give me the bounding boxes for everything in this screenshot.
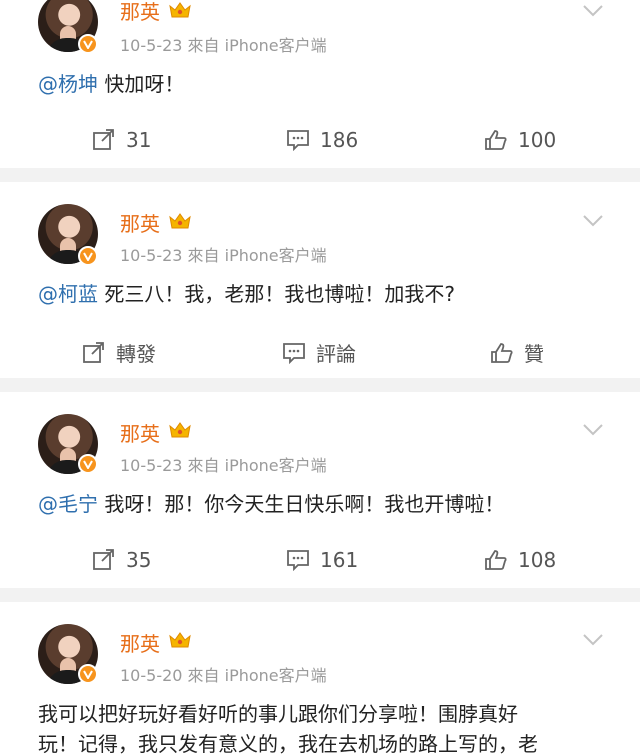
mention-link[interactable]: @杨坤	[38, 72, 98, 96]
post-text-line-1: 我可以把好玩好看好听的事儿跟你们分享啦！围脖真好	[38, 702, 518, 726]
post-text: @毛宁 我呀！那！你今天生日快乐啊！我也开博啦！	[38, 490, 504, 518]
comment-count: 161	[320, 548, 359, 572]
verified-v-icon	[78, 34, 98, 54]
chevron-down-icon[interactable]	[582, 4, 604, 18]
post-text: @柯蓝 死三八！我，老那！我也博啦！加我不?	[38, 280, 455, 308]
repost-count: 31	[126, 128, 152, 152]
like-button[interactable]: 贊	[490, 338, 544, 367]
post-3: 那英 10-5-23 來自 iPhone客户端 @毛宁 我呀！那！你今天生日快乐…	[0, 392, 640, 588]
post-text: @杨坤 快加呀！	[38, 70, 184, 98]
like-button[interactable]: 108	[484, 548, 556, 572]
like-icon	[491, 342, 513, 363]
repost-icon	[93, 129, 114, 150]
comment-button[interactable]: 186	[286, 128, 358, 152]
user-name[interactable]: 那英	[120, 0, 160, 25]
verified-v-icon	[78, 246, 98, 266]
repost-count: 35	[126, 548, 152, 572]
like-button[interactable]: 100	[484, 128, 556, 152]
crown-badge-icon	[169, 2, 191, 18]
post-4: 那英 10-5-20 來自 iPhone客户端 我可以把好玩好看好听的事儿跟你们…	[0, 602, 640, 754]
divider	[0, 378, 640, 392]
post-meta: 10-5-23 來自 iPhone客户端	[120, 36, 327, 55]
chevron-down-icon[interactable]	[582, 214, 604, 228]
comment-count: 186	[320, 128, 359, 152]
post-meta: 10-5-23 來自 iPhone客户端	[120, 246, 327, 265]
repost-button[interactable]: 轉發	[82, 338, 156, 367]
divider	[0, 588, 640, 602]
crown-badge-icon	[169, 213, 191, 229]
post-meta: 10-5-20 來自 iPhone客户端	[120, 666, 327, 685]
comment-icon	[283, 342, 305, 364]
post-meta: 10-5-23 來自 iPhone客户端	[120, 456, 327, 475]
comment-icon	[287, 550, 309, 571]
user-name[interactable]: 那英	[120, 208, 160, 237]
comment-label: 評論	[316, 342, 356, 366]
post-1: 那英 10-5-23 來自 iPhone客户端 @杨坤 快加呀！ 31 186 …	[0, 0, 640, 168]
like-icon	[485, 130, 507, 150]
chevron-down-icon[interactable]	[582, 633, 604, 647]
comment-button[interactable]: 評論	[282, 338, 356, 367]
chevron-down-icon[interactable]	[582, 423, 604, 437]
user-name[interactable]: 那英	[120, 628, 160, 657]
like-label: 贊	[524, 342, 544, 366]
post-text-line-2: 玩！记得，我只发有意义的，我在去机场的路上写的，老	[38, 732, 538, 754]
verified-v-icon	[78, 664, 98, 684]
repost-icon	[83, 341, 104, 363]
repost-button[interactable]: 31	[92, 128, 151, 152]
post-2: 那英 10-5-23 來自 iPhone客户端 @柯蓝 死三八！我，老那！我也博…	[0, 182, 640, 378]
crown-badge-icon	[169, 422, 191, 438]
comment-button[interactable]: 161	[286, 548, 358, 572]
user-name[interactable]: 那英	[120, 418, 160, 447]
post-text-content: 死三八！我，老那！我也博啦！加我不?	[98, 282, 455, 306]
comment-icon	[287, 130, 309, 151]
repost-icon	[93, 549, 114, 570]
like-count: 108	[518, 548, 557, 572]
like-count: 100	[518, 128, 557, 152]
repost-button[interactable]: 35	[92, 548, 151, 572]
repost-label: 轉發	[116, 342, 156, 366]
crown-badge-icon	[169, 632, 191, 648]
post-text-content: 我呀！那！你今天生日快乐啊！我也开博啦！	[98, 492, 505, 516]
mention-link[interactable]: @毛宁	[38, 492, 98, 516]
like-icon	[485, 550, 507, 570]
post-text-content: 快加呀！	[98, 72, 185, 96]
divider	[0, 168, 640, 182]
mention-link[interactable]: @柯蓝	[38, 282, 98, 306]
verified-v-icon	[78, 454, 98, 474]
